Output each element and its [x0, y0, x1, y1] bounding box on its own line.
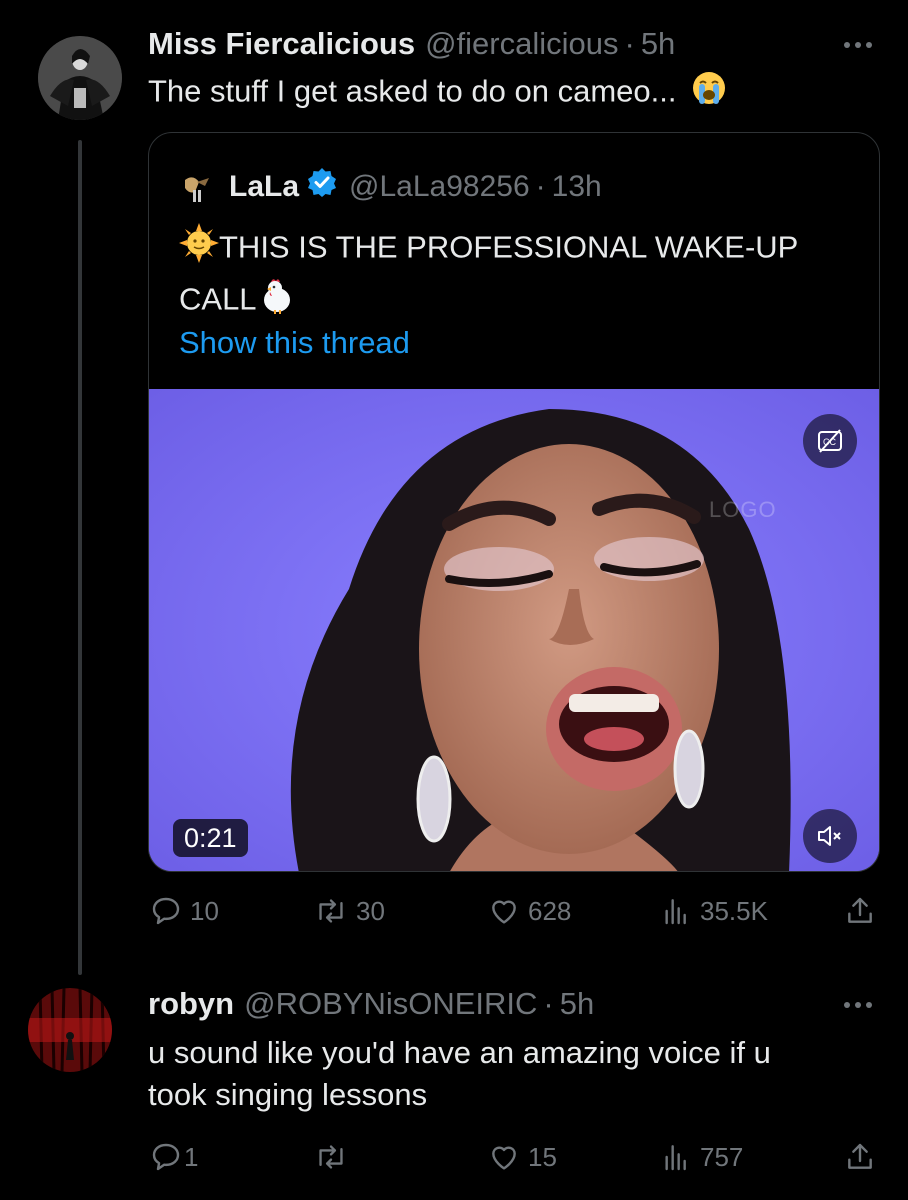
verified-badge-icon: [307, 167, 337, 206]
quoted-tweet-card[interactable]: LaLa @LaLa98256 · 13h THIS IS THE PROFES…: [148, 132, 880, 872]
like-button[interactable]: 628: [488, 886, 571, 936]
separator-dot: ·: [624, 26, 635, 61]
quoted-text-line-1: THIS IS THE PROFESSIONAL WAKE-UP: [219, 229, 799, 265]
more-options-icon[interactable]: [844, 1002, 872, 1008]
chicken-icon: [257, 276, 295, 327]
tweet-text-line-1: u sound like you'd have an amazing voice…: [148, 1035, 771, 1070]
retweet-button[interactable]: [314, 1132, 356, 1182]
quoted-display-name[interactable]: LaLa: [229, 169, 299, 205]
user-handle[interactable]: @ROBYNisONEIRIC: [244, 986, 537, 1022]
quoted-timestamp[interactable]: 13h: [552, 169, 602, 205]
analytics-icon: [665, 1145, 686, 1171]
avatar-lala[interactable]: [179, 169, 213, 204]
tweet-actions-bar: 10 30 628 35.5K: [148, 886, 880, 936]
reply-icon: [152, 1143, 180, 1171]
avatar-fiercalicious[interactable]: [38, 36, 122, 120]
quoted-text-line-2: CALL: [179, 281, 257, 317]
retweet-button[interactable]: 30: [314, 886, 385, 936]
share-button[interactable]: [844, 886, 876, 936]
speaker-muted-icon[interactable]: [803, 809, 857, 863]
reply-button[interactable]: 10: [150, 886, 219, 936]
share-button[interactable]: [844, 1132, 876, 1182]
separator-dot: ·: [543, 986, 554, 1021]
tweet-header: Miss Fiercalicious @fiercalicious · 5h: [148, 26, 675, 62]
like-count: 628: [528, 895, 572, 926]
video-thumbnail: [149, 389, 879, 871]
tweet-text-content: The stuff I get asked to do on cameo...: [148, 73, 677, 109]
separator-dot: ·: [535, 169, 546, 203]
analytics-icon: [665, 899, 686, 925]
tweet-actions-bar: 1 15 757: [148, 1132, 880, 1182]
views-button[interactable]: 35.5K: [660, 886, 768, 936]
sun-with-face-icon: [179, 223, 219, 276]
video-duration: 0:21: [173, 819, 248, 857]
tweet-text-line-2: took singing lessons: [148, 1077, 428, 1112]
video-watermark: LOGO: [709, 497, 777, 522]
show-thread-link[interactable]: Show this thread: [179, 323, 410, 363]
display-name[interactable]: Miss Fiercalicious: [148, 26, 415, 62]
heart-icon: [492, 1146, 516, 1170]
loudly-crying-face-icon: [691, 70, 727, 117]
video-player[interactable]: LOGO CC 0:21: [149, 389, 879, 871]
quoted-user-handle[interactable]: @LaLa98256: [349, 169, 530, 205]
display-name[interactable]: robyn: [148, 986, 234, 1022]
retweet-icon: [319, 1145, 343, 1169]
view-count: 35.5K: [700, 895, 768, 926]
views-button[interactable]: 757: [660, 1132, 743, 1182]
captions-off-icon[interactable]: CC: [803, 414, 857, 468]
reply-button[interactable]: 1: [150, 1132, 198, 1182]
quoted-tweet-header: LaLa @LaLa98256 · 13h: [179, 167, 602, 206]
like-button[interactable]: 15: [488, 1132, 557, 1182]
timestamp[interactable]: 5h: [560, 986, 594, 1022]
tweet-text: u sound like you'd have an amazing voice…: [148, 1032, 771, 1116]
heart-icon: [492, 900, 516, 924]
quoted-tweet-text: THIS IS THE PROFESSIONAL WAKE-UP CALL: [179, 223, 869, 327]
retweet-count: 30: [356, 895, 385, 926]
user-handle[interactable]: @fiercalicious: [425, 26, 618, 62]
reply-icon: [152, 897, 180, 925]
share-icon: [848, 1143, 872, 1169]
thread-connector-line: [78, 140, 82, 975]
timestamp[interactable]: 5h: [641, 26, 675, 62]
view-count: 757: [700, 1141, 744, 1172]
tweet-header: robyn @ROBYNisONEIRIC · 5h: [148, 986, 594, 1022]
more-options-icon[interactable]: [844, 42, 872, 48]
tweet-text: The stuff I get asked to do on cameo...: [148, 70, 727, 117]
like-count: 15: [528, 1141, 557, 1172]
reply-count: 1: [184, 1141, 199, 1172]
avatar-robyn[interactable]: [28, 988, 112, 1072]
share-icon: [848, 897, 872, 923]
retweet-icon: [319, 899, 343, 923]
reply-count: 10: [190, 895, 219, 926]
